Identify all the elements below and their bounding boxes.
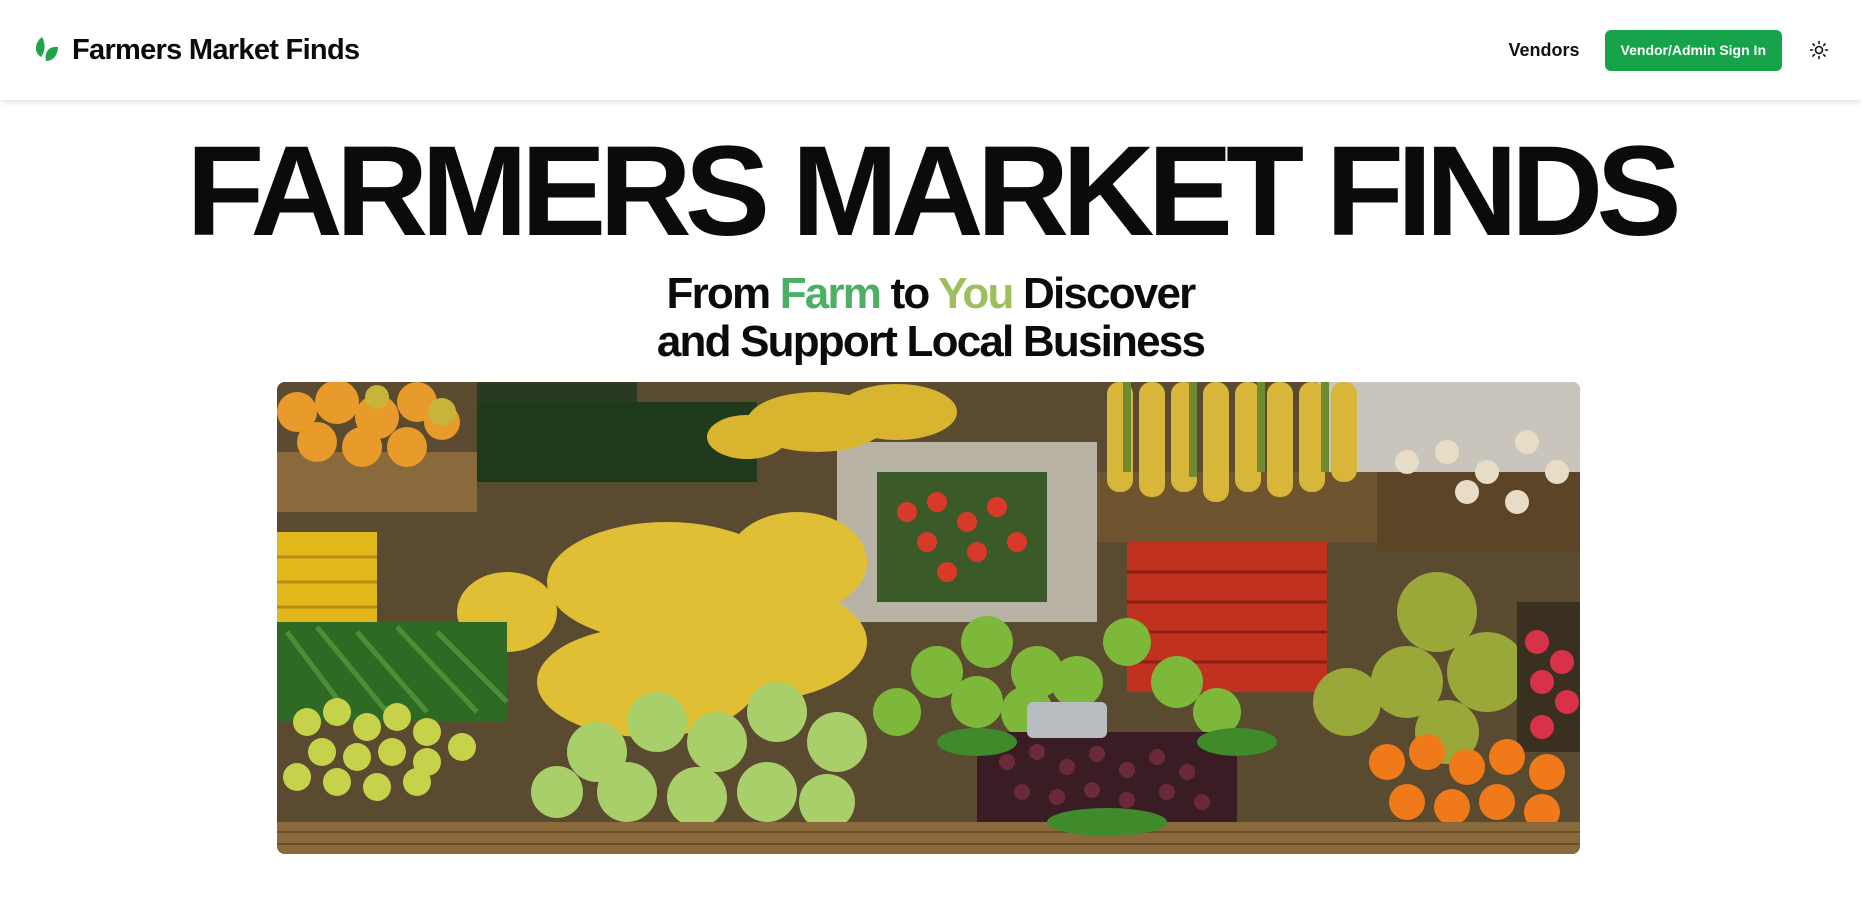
hero-tagline: From Farm to You Discover and Support Lo…: [0, 270, 1861, 366]
hero-title: FARMERS MARKET FINDS: [186, 120, 1681, 263]
nav-actions: Vendors Vendor/Admin Sign In: [1509, 29, 1831, 71]
tagline-farm: Farm: [779, 269, 882, 318]
tagline-text: From: [666, 269, 780, 318]
tagline-text: to: [880, 269, 939, 318]
vendor-admin-signin-button[interactable]: Vendor/Admin Sign In: [1604, 29, 1782, 71]
vendors-link[interactable]: Vendors: [1509, 40, 1580, 61]
brand-home-link[interactable]: Farmers Market Finds: [30, 33, 360, 67]
tagline-you: You: [938, 269, 1014, 318]
sun-icon[interactable]: [1807, 38, 1831, 62]
leaf-icon: [30, 35, 60, 65]
produce-stall-photo: [277, 382, 1580, 854]
brand-name: Farmers Market Finds: [72, 33, 360, 66]
top-navbar: Farmers Market Finds Vendors Vendor/Admi…: [0, 0, 1861, 100]
tagline-line2: and Support Local Business: [656, 317, 1206, 366]
tagline-text: Discover: [1012, 269, 1196, 318]
